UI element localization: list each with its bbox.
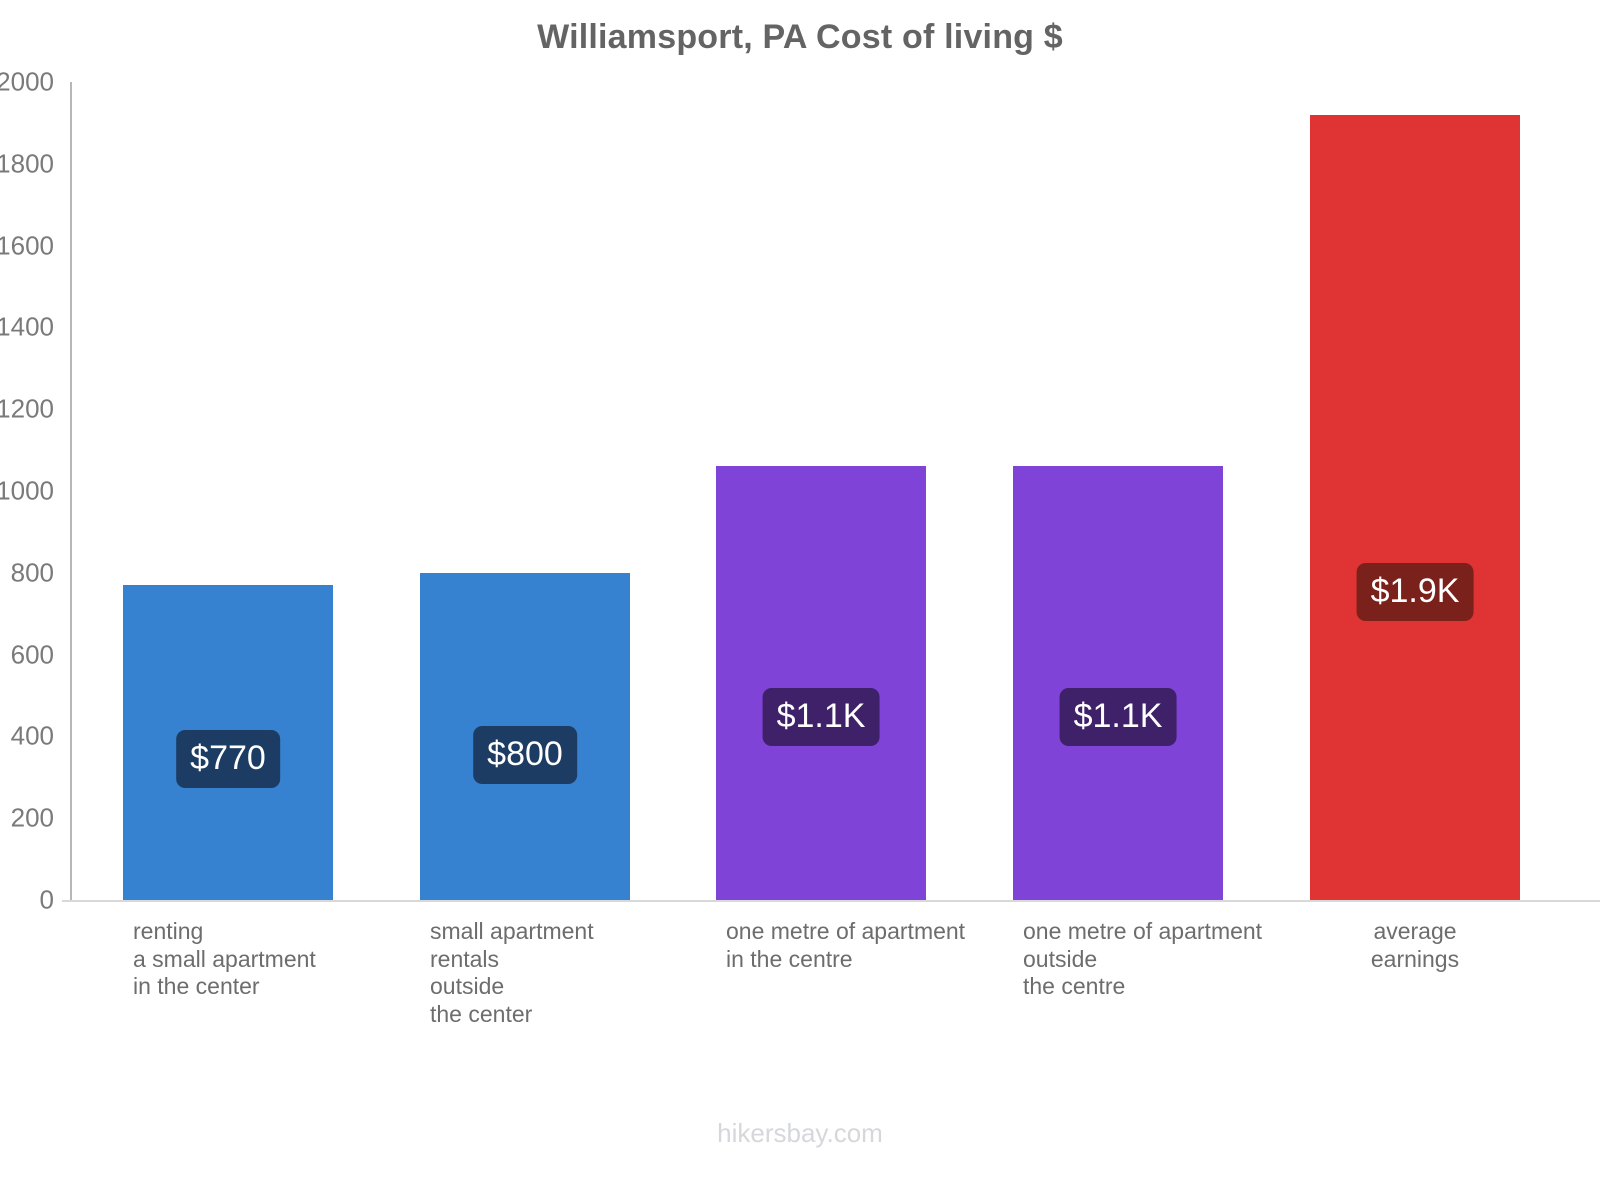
category-label-line: one metre of apartment — [726, 918, 966, 944]
bar-value-label: $800 — [473, 725, 577, 784]
category-label-line: earnings — [1370, 945, 1460, 972]
y-axis-tick-label: 1000 — [0, 475, 54, 506]
y-axis-tick-label: 1200 — [0, 393, 54, 424]
chart-title: Williamsport, PA Cost of living $ — [537, 18, 1063, 56]
category-label-line: renting — [133, 918, 204, 944]
category-label-line: a small apartment — [133, 945, 316, 972]
category-label-line: one metre of apartment — [1023, 918, 1263, 944]
bar[interactable]: $800 — [420, 572, 630, 900]
plot-area: 0 200 400 600 800 1000 1200 1400 1600 1800 2000 $7… — [0, 67, 1600, 915]
watermark-label: hikersbay.com — [717, 1118, 883, 1148]
y-axis-tick-label: 1400 — [0, 311, 54, 342]
category-label-line: the centre — [1023, 973, 1126, 999]
bar-value-label: $1.9K — [1356, 563, 1474, 622]
category-label: small apartment rentals outside the center — [430, 918, 594, 1028]
y-axis-tick-label: 800 — [10, 557, 54, 588]
y-axis-tick-label: 2000 — [0, 66, 54, 97]
y-axis-tick-label: 200 — [10, 802, 54, 833]
bar[interactable]: $1.9K — [1310, 114, 1520, 900]
bar[interactable]: $770 — [123, 585, 333, 900]
category-label: average earnings — [1310, 918, 1520, 973]
bar[interactable]: $1.1K — [1013, 466, 1223, 900]
category-label-line: small apartment — [430, 918, 594, 944]
cost-of-living-bar-chart: Williamsport, PA Cost of living $ 0 200 40… — [0, 0, 1600, 1200]
category-label-line: outside — [430, 973, 505, 999]
category-label-line: rentals — [430, 945, 500, 972]
y-axis-line — [70, 82, 72, 900]
category-label-line: in the centre — [726, 945, 853, 972]
y-axis-tick-label: 1600 — [0, 230, 54, 261]
category-label-line: in the center — [133, 973, 260, 999]
category-label-line: outside — [1023, 945, 1098, 972]
y-axis-tick-label: 400 — [10, 720, 54, 751]
y-axis-tick-label: 1800 — [0, 148, 54, 179]
category-label: one metre of apartment outside the centre — [1023, 918, 1262, 1001]
y-axis-tick-label: 0 — [39, 884, 54, 915]
category-label: renting a small apartment in the center — [133, 918, 316, 1001]
bar[interactable]: $1.1K — [716, 466, 926, 900]
category-label: one metre of apartment in the centre — [726, 918, 965, 973]
bar-value-label: $1.1K — [762, 688, 880, 747]
category-label-line: the center — [430, 1000, 533, 1027]
category-label-line: average — [1373, 918, 1457, 944]
x-axis-line — [62, 900, 1600, 902]
bar-value-label: $1.1K — [1059, 688, 1177, 747]
bar-value-label: $770 — [176, 730, 280, 789]
y-axis-tick-label: 600 — [10, 639, 54, 670]
